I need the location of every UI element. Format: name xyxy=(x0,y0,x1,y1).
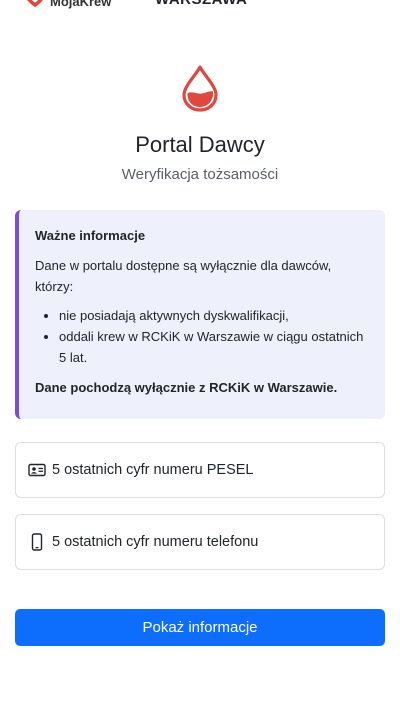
page-title: Portal Dawcy xyxy=(135,132,265,157)
info-heading: Ważne informacje xyxy=(35,228,146,243)
info-list-item: nie posiadają aktywnych dyskwalifikacji, xyxy=(59,305,369,326)
phone-icon xyxy=(31,533,43,551)
show-info-button[interactable]: Pokaż informacje xyxy=(15,609,385,646)
phone-field[interactable] xyxy=(15,514,385,570)
brand-logo-link[interactable]: MojaKrew xyxy=(24,0,111,10)
important-info-box: Ważne informacje Dane w portalu dostępne… xyxy=(15,210,385,419)
pesel-field[interactable] xyxy=(15,442,385,498)
pesel-input[interactable] xyxy=(52,462,352,478)
info-intro: Dane w portalu dostępne są wyłącznie dla… xyxy=(35,258,332,294)
phone-input[interactable] xyxy=(52,534,352,550)
top-header: MojaKrew WARSZAWA xyxy=(0,0,400,14)
info-list-item: oddali krew w RCKiK w Warszawie w ciągu … xyxy=(59,326,369,368)
blood-drop-icon xyxy=(182,65,218,112)
info-list: nie posiadają aktywnych dyskwalifikacji,… xyxy=(35,305,369,368)
info-footer: Dane pochodzą wyłącznie z RCKiK w Warsza… xyxy=(35,380,338,395)
brand-name: MojaKrew xyxy=(50,0,112,9)
city-label: WARSZAWA xyxy=(155,0,247,8)
page-subtitle: Weryfikacja tożsamości xyxy=(121,166,279,183)
id-card-icon xyxy=(28,463,46,477)
heart-logo-icon xyxy=(27,0,43,8)
